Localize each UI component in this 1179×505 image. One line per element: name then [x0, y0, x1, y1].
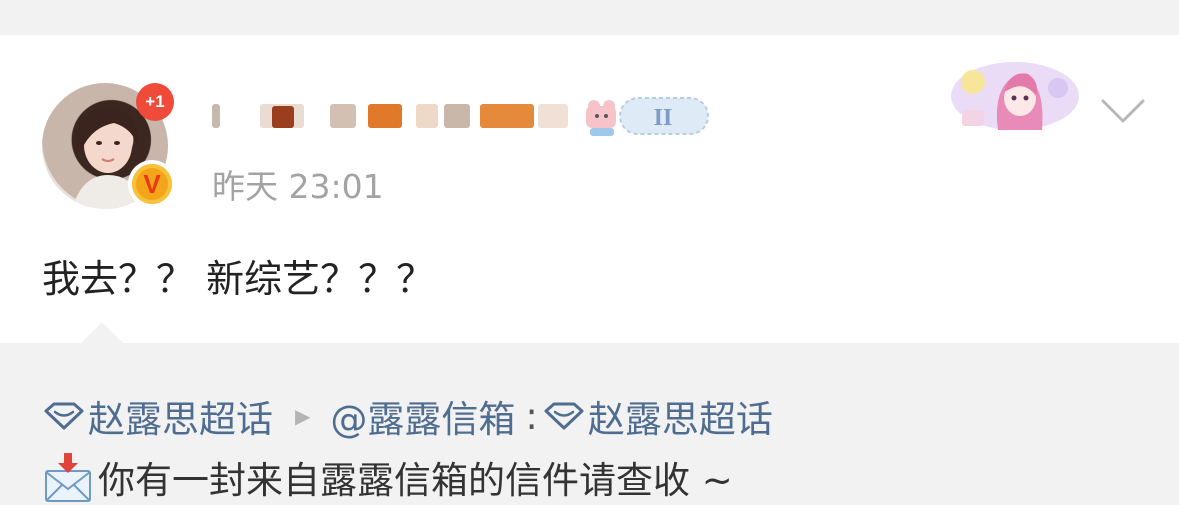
decoration-card-icon[interactable] [948, 52, 1082, 134]
arrow-right-icon: ▶ [295, 404, 311, 428]
colon-separator: : [525, 394, 538, 438]
post-timestamp: 昨天 23:01 [212, 167, 384, 206]
chevron-down-icon[interactable] [1099, 95, 1147, 127]
username-blurred[interactable] [212, 92, 572, 140]
verified-mark: V [132, 164, 172, 204]
diamond-icon [544, 402, 584, 430]
verified-icon: V [128, 160, 176, 208]
member-level-icon: II [586, 97, 709, 136]
quote-pointer [80, 322, 124, 344]
post-content: 我去？？ 新综艺？？？ [42, 257, 435, 301]
mention-link[interactable]: @露露信箱 [330, 389, 515, 443]
quote-message: 你有一封来自露露信箱的信件请查收 ~ [98, 459, 733, 502]
quote-message-line: 你有一封来自露露信箱的信件请查收 ~ [42, 450, 733, 504]
supertopic-link[interactable]: 赵露思超话 [42, 389, 273, 443]
supertopic-link-2[interactable]: 赵露思超话 [542, 389, 773, 443]
member-level-text: II [654, 105, 673, 131]
diamond-icon [44, 402, 84, 430]
incoming-mail-icon [45, 453, 91, 502]
notification-badge: +1 [136, 83, 174, 121]
top-bar [0, 0, 1179, 35]
quote-header-line: 赵露思超话 ▶ @露露信箱 : 赵露思超话 [42, 389, 773, 443]
supertopic-label: 赵露思超话 [88, 398, 273, 441]
supertopic-label-2: 赵露思超话 [587, 398, 773, 441]
